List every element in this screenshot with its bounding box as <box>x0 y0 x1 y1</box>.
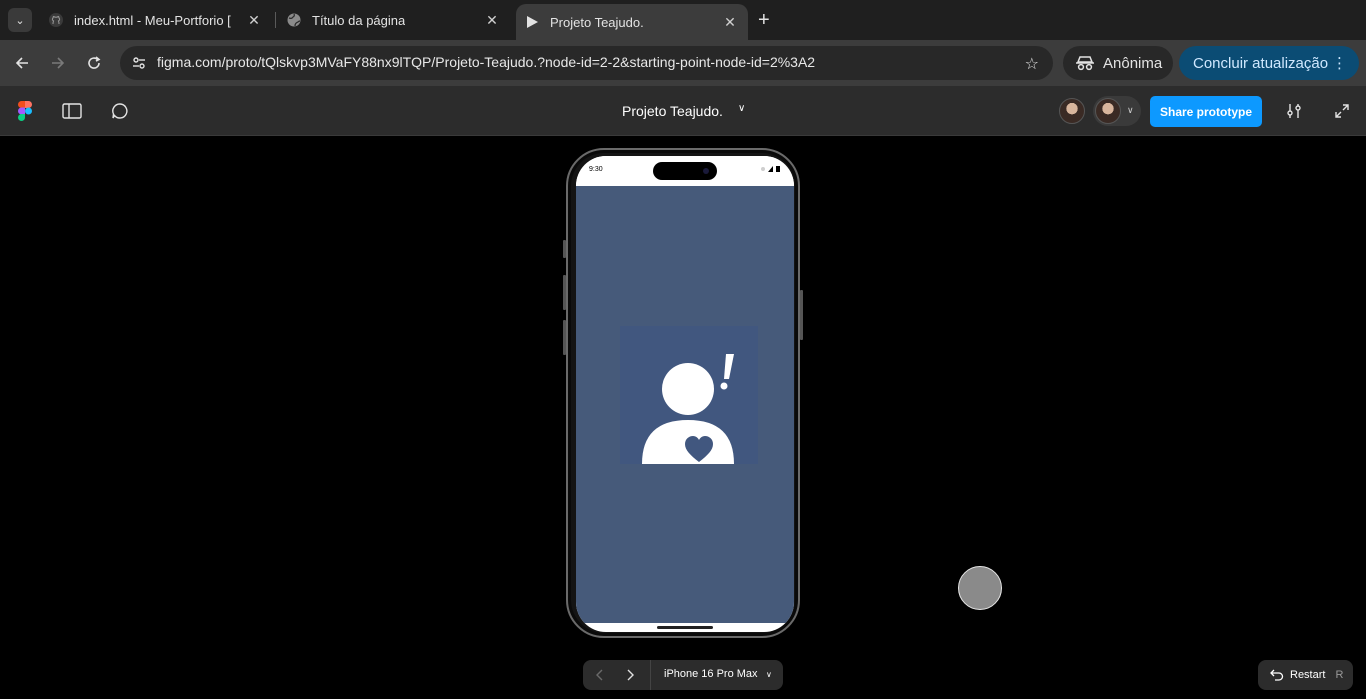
tab-strip: ⌄ index.html - Meu-Portforio [ ✕ Título … <box>0 0 1366 40</box>
browser-toolbar: figma.com/proto/tQlskvp3MVaFY88nx9lTQP/P… <box>0 40 1366 86</box>
status-bar: 9:30 <box>576 156 794 186</box>
chevron-down-icon: ⌄ <box>15 14 25 27</box>
divider <box>650 660 651 690</box>
arrow-right-icon <box>52 57 65 69</box>
close-icon[interactable]: ✕ <box>722 14 738 30</box>
next-frame-button[interactable] <box>615 660 647 690</box>
multiplayer-avatar-menu[interactable] <box>1093 96 1141 126</box>
tab-title: index.html - Meu-Portforio [ <box>74 12 231 28</box>
phone-button <box>800 290 803 340</box>
new-tab-button[interactable]: + <box>758 9 770 31</box>
restart-label: Restart <box>1290 669 1326 681</box>
project-title[interactable]: Projeto Teajudo. <box>622 103 723 119</box>
app-logo <box>620 326 758 464</box>
url-text[interactable]: figma.com/proto/tQlskvp3MVaFY88nx9lTQP/P… <box>157 54 815 70</box>
person-heart-icon <box>642 354 734 464</box>
play-icon <box>524 14 540 30</box>
tab-titulo-da-pagina[interactable]: Título da página ✕ <box>278 6 510 34</box>
phone-button <box>563 240 566 258</box>
phone-button <box>563 320 566 355</box>
address-bar[interactable]: figma.com/proto/tQlskvp3MVaFY88nx9lTQP/P… <box>120 46 1053 80</box>
sidebar-toggle-icon[interactable] <box>61 100 83 122</box>
tab-divider <box>275 12 276 28</box>
chevron-left-icon <box>596 669 603 681</box>
forward-button[interactable] <box>47 52 69 74</box>
avatar[interactable] <box>1059 98 1085 124</box>
touch-cursor <box>958 566 1002 610</box>
back-button[interactable] <box>11 52 33 74</box>
settings-sliders-icon[interactable] <box>1283 100 1305 122</box>
status-time: 9:30 <box>589 166 603 173</box>
tab-search-button[interactable]: ⌄ <box>8 8 32 32</box>
share-prototype-button[interactable]: Share prototype <box>1150 96 1262 127</box>
profile-label: Anônima <box>1103 54 1163 72</box>
reload-icon <box>88 56 101 69</box>
phone-button <box>563 275 566 310</box>
prototype-canvas: 9:30 <box>0 137 1366 699</box>
tab-projeto-teajudo[interactable]: Projeto Teajudo. ✕ <box>516 4 748 40</box>
restart-shortcut: R <box>1335 669 1344 681</box>
figma-toolbar: Projeto Teajudo. ∨ ∨ Share prototype <box>0 86 1366 136</box>
restart-button[interactable]: Restart R <box>1258 660 1353 690</box>
avatar <box>1095 98 1121 124</box>
arrow-left-icon <box>15 57 28 69</box>
dynamic-island <box>653 162 717 180</box>
close-icon[interactable]: ✕ <box>246 12 262 28</box>
incognito-profile-button[interactable]: Anônima <box>1063 46 1173 80</box>
update-button[interactable]: Concluir atualização ⋮ <box>1179 46 1359 80</box>
chevron-down-icon[interactable]: ∨ <box>766 670 772 679</box>
phone-screen[interactable]: 9:30 <box>576 156 794 632</box>
comment-icon[interactable] <box>109 100 131 122</box>
previous-frame-button[interactable] <box>583 660 615 690</box>
camera-icon <box>703 168 709 174</box>
tab-index-html[interactable]: index.html - Meu-Portforio [ ✕ <box>40 6 272 34</box>
site-settings-icon[interactable] <box>128 52 150 74</box>
fullscreen-icon[interactable] <box>1331 100 1353 122</box>
bookmark-star-icon[interactable]: ☆ <box>1025 54 1039 74</box>
app-background <box>576 186 794 623</box>
tab-title: Projeto Teajudo. <box>550 14 644 30</box>
signal-battery-icon <box>760 165 782 175</box>
chevron-down-icon[interactable]: ∨ <box>1127 105 1134 116</box>
close-icon[interactable]: ✕ <box>484 12 500 28</box>
phone-frame: 9:30 <box>563 148 803 638</box>
more-vert-icon[interactable]: ⋮ <box>1332 54 1347 72</box>
tab-title: Título da página <box>312 12 406 28</box>
device-selector[interactable]: iPhone 16 Pro Max <box>664 668 758 680</box>
globe-icon <box>286 12 302 28</box>
chevron-down-icon[interactable]: ∨ <box>738 103 745 114</box>
update-label: Concluir atualização <box>1193 54 1329 72</box>
incognito-icon <box>1076 56 1094 71</box>
prototype-navigation: iPhone 16 Pro Max ∨ <box>583 660 783 690</box>
github-icon <box>48 12 64 28</box>
chevron-right-icon <box>627 669 634 681</box>
home-indicator <box>657 626 713 629</box>
restart-icon <box>1270 669 1284 681</box>
reload-button[interactable] <box>83 52 105 74</box>
figma-logo-icon[interactable] <box>14 100 36 122</box>
